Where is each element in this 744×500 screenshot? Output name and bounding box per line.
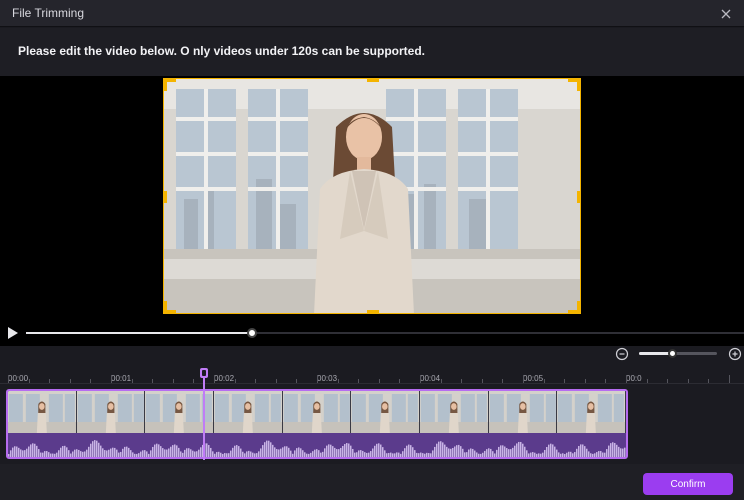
clip-thumbnail [8, 391, 77, 433]
instruction-text: Please edit the video below. O nly video… [18, 44, 426, 58]
close-button[interactable] [716, 4, 736, 24]
crop-handle-br-v[interactable] [577, 301, 580, 313]
ruler-tick [193, 379, 195, 383]
ruler-tick [28, 379, 30, 383]
window-title: File Trimming [12, 6, 85, 20]
ruler-tick [708, 379, 710, 383]
ruler-label: 00:05 [523, 374, 544, 383]
ruler-tick [214, 375, 215, 383]
ruler-label: 00:02 [214, 374, 235, 383]
playhead-line [202, 368, 205, 460]
zoom-in-icon [728, 347, 742, 361]
title-bar: File Trimming [0, 0, 744, 27]
confirm-button[interactable]: Confirm [643, 473, 733, 495]
ruler-tick [111, 375, 112, 383]
playback-progress-fill [26, 332, 253, 334]
clip-thumbnail [557, 391, 626, 433]
ruler-tick [90, 379, 92, 383]
clip-thumbnail [420, 391, 489, 433]
crop-handle-tr-v[interactable] [577, 79, 580, 91]
zoom-in-button[interactable] [728, 347, 742, 361]
video-clip-track[interactable] [6, 389, 628, 459]
video-frame-image [164, 79, 580, 313]
ruler-tick [667, 379, 669, 383]
time-ruler[interactable]: 00:00 00:01 00:02 00:03 00:04 00:05 00:0 [0, 364, 744, 384]
ruler-tick [358, 379, 360, 383]
playback-scrubber[interactable] [247, 328, 258, 338]
ruler-tick [69, 379, 71, 383]
ruler-label: 00:01 [111, 374, 132, 383]
zoom-slider-fill [639, 352, 672, 355]
crop-handle-top[interactable] [367, 79, 379, 82]
crop-handle-right[interactable] [577, 191, 580, 203]
ruler-tick [8, 375, 9, 383]
ruler-tick [502, 379, 504, 383]
ruler-tick [275, 379, 277, 383]
crop-handle-bottom[interactable] [367, 310, 379, 313]
zoom-slider[interactable] [639, 349, 717, 358]
ruler-label: 00:03 [317, 374, 338, 383]
ruler-tick [461, 379, 463, 383]
ruler-tick [131, 379, 133, 383]
ruler-label: 00:0 [626, 374, 642, 383]
thumbnail-strip [8, 391, 626, 433]
play-icon [8, 327, 18, 339]
ruler-tick [255, 379, 257, 383]
ruler-tick [152, 379, 154, 383]
play-button[interactable] [6, 326, 20, 340]
playback-bar [0, 320, 744, 346]
ruler-tick [564, 379, 566, 383]
ruler-tick [543, 379, 545, 383]
ruler-tick [440, 379, 442, 383]
ruler-tick [317, 375, 318, 383]
instruction-bar: Please edit the video below. O nly video… [0, 28, 744, 76]
playback-progress[interactable] [26, 328, 744, 338]
ruler-tick [605, 379, 607, 383]
ruler-tick [378, 379, 380, 383]
ruler-tick [481, 379, 483, 383]
playhead-handle[interactable] [199, 368, 208, 378]
zoom-out-button[interactable] [615, 347, 629, 361]
close-icon [721, 9, 731, 19]
crop-handle-tl-v[interactable] [164, 79, 167, 91]
ruler-tick [626, 375, 627, 383]
crop-handle-left[interactable] [164, 191, 167, 203]
audio-waveform [8, 433, 626, 457]
footer-bar: Confirm [0, 464, 744, 500]
ruler-tick [399, 379, 401, 383]
ruler-tick [420, 375, 421, 383]
clip-thumbnail [214, 391, 283, 433]
ruler-tick [729, 375, 730, 383]
crop-handle-bl-v[interactable] [164, 301, 167, 313]
ruler-tick [296, 379, 298, 383]
crop-frame[interactable] [163, 78, 581, 314]
ruler-label: 00:00 [8, 374, 29, 383]
ruler-tick [523, 375, 524, 383]
ruler-tick [49, 379, 51, 383]
zoom-out-icon [615, 347, 629, 361]
clip-thumbnail [488, 391, 558, 433]
video-preview [0, 76, 744, 320]
ruler-tick [337, 379, 339, 383]
ruler-tick [584, 379, 586, 383]
clip-thumbnail [351, 391, 421, 433]
ruler-tick [687, 379, 689, 383]
clip-thumbnail [282, 391, 352, 433]
timeline-panel: 00:00 00:01 00:02 00:03 00:04 00:05 00:0 [0, 346, 744, 464]
ruler-tick [646, 379, 648, 383]
zoom-slider-knob[interactable] [667, 349, 677, 358]
clip-thumbnail [76, 391, 146, 433]
ruler-tick [172, 379, 174, 383]
ruler-label: 00:04 [420, 374, 441, 383]
ruler-tick [234, 379, 236, 383]
